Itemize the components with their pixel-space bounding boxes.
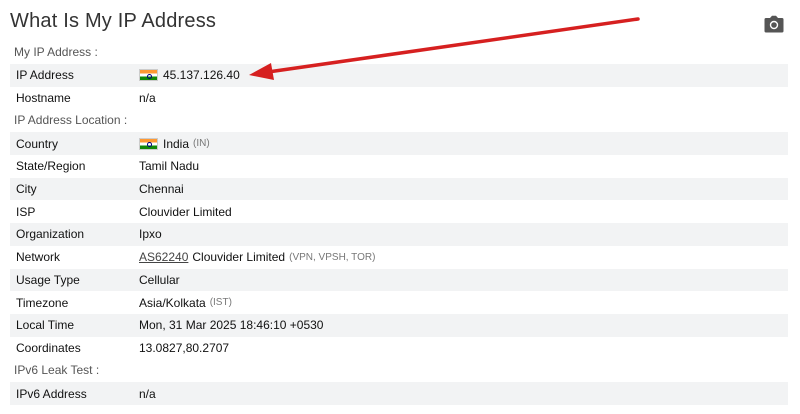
- row-hostname: Hostname n/a: [10, 87, 788, 110]
- network-label: Network: [16, 250, 61, 265]
- hostname-value: n/a: [139, 91, 156, 106]
- city-value: Chennai: [139, 182, 184, 197]
- timezone-abbr: (IST): [209, 297, 232, 309]
- isp-label: ISP: [16, 204, 36, 219]
- state-label: State/Region: [16, 159, 86, 174]
- ip-address-label: IP Address: [16, 68, 74, 83]
- row-country: Country India (IN): [10, 132, 788, 156]
- local-time-label: Local Time: [16, 318, 75, 333]
- state-value: Tamil Nadu: [139, 159, 200, 174]
- ip-address-value-cell: 45.137.126.40: [139, 68, 240, 82]
- row-isp: ISP Clouvider Limited: [10, 200, 788, 223]
- section-location: IP Address Location :: [14, 113, 128, 128]
- ipv6-address-label: IPv6 Address: [16, 386, 87, 401]
- organization-value: Ipxo: [139, 227, 162, 242]
- row-network: Network AS62240 Clouvider Limited (VPN, …: [10, 246, 788, 269]
- network-value-cell: AS62240 Clouvider Limited (VPN, VPSH, TO…: [139, 250, 375, 264]
- row-ipv6-address: IPv6 Address n/a: [10, 382, 788, 405]
- row-state: State/Region Tamil Nadu: [10, 155, 788, 178]
- ip-info-table: My IP Address : IP Address 45.137.126.40…: [10, 41, 788, 405]
- page-title: What Is My IP Address: [10, 10, 217, 32]
- section-ipv6: IPv6 Leak Test :: [14, 363, 100, 378]
- isp-value: Clouvider Limited: [139, 204, 232, 219]
- city-label: City: [16, 182, 37, 197]
- country-label: Country: [16, 136, 59, 151]
- row-organization: Organization Ipxo: [10, 223, 788, 246]
- country-code: (IN): [193, 138, 210, 150]
- timezone-label: Timezone: [16, 295, 69, 310]
- india-flag-icon: [139, 69, 158, 82]
- network-value: Clouvider Limited: [192, 250, 286, 265]
- timezone-value-cell: Asia/Kolkata (IST): [139, 296, 232, 310]
- india-flag-icon: [139, 137, 158, 150]
- asn-link[interactable]: AS62240: [139, 250, 188, 264]
- country-value: India: [163, 136, 190, 151]
- camera-icon[interactable]: [764, 15, 784, 33]
- timezone-value: Asia/Kolkata: [139, 295, 206, 310]
- row-usage-type: Usage Type Cellular: [10, 268, 788, 292]
- local-time-value: Mon, 31 Mar 2025 18:46:10 +0530: [139, 318, 324, 333]
- row-timezone: Timezone Asia/Kolkata (IST): [10, 291, 788, 314]
- row-local-time: Local Time Mon, 31 Mar 2025 18:46:10 +05…: [10, 313, 788, 337]
- usage-type-label: Usage Type: [16, 272, 80, 287]
- ip-lookup-page: What Is My IP Address My IP Address : IP…: [0, 0, 800, 414]
- organization-label: Organization: [16, 227, 85, 242]
- usage-type-value: Cellular: [139, 272, 180, 287]
- hostname-label: Hostname: [16, 91, 71, 106]
- network-tags: (VPN, VPSH, TOR): [289, 251, 376, 263]
- section-my-ip: My IP Address :: [14, 45, 98, 59]
- coordinates-value: 13.0827,80.2707: [139, 340, 230, 355]
- ipv6-address-value: n/a: [139, 386, 156, 401]
- country-value-cell: India (IN): [139, 137, 210, 151]
- row-ip-address: IP Address 45.137.126.40: [10, 64, 788, 87]
- coordinates-label: Coordinates: [16, 340, 81, 355]
- row-city: City Chennai: [10, 177, 788, 201]
- ip-address-value: 45.137.126.40: [163, 68, 240, 83]
- row-coordinates: Coordinates 13.0827,80.2707: [10, 337, 788, 360]
